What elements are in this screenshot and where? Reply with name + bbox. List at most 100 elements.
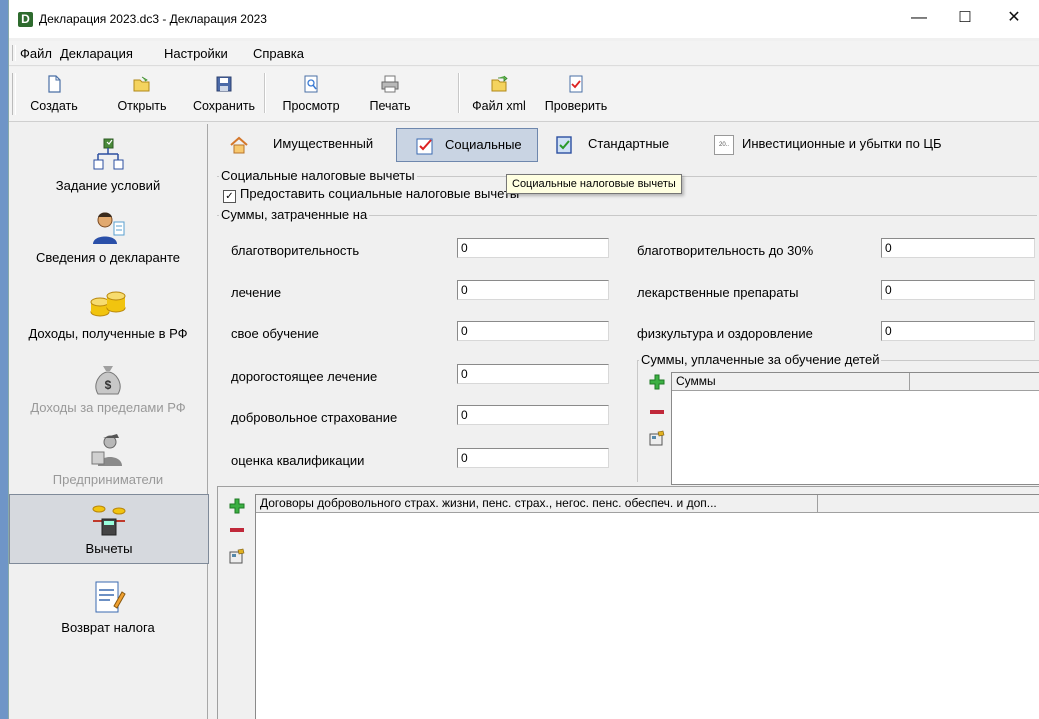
toolbar: Создать Открыть Сохранить Просмотр Печат… [9, 67, 1039, 122]
sidebar-item-label: Сведения о декларанте [36, 250, 180, 265]
create-label: Создать [30, 99, 78, 113]
voluntary-insurance-input[interactable] [457, 405, 609, 425]
toolbar-grip [12, 73, 16, 115]
children-grid-header: Суммы [672, 373, 1039, 391]
application-window: D Декларация 2023.dc3 - Декларация 2023 … [8, 0, 1039, 719]
sidebar-item-label: Возврат налога [61, 620, 155, 635]
print-label: Печать [369, 99, 411, 113]
preview-label: Просмотр [282, 99, 340, 113]
remove-contract-button[interactable] [229, 522, 245, 538]
charity-label: благотворительность [231, 243, 360, 258]
save-button[interactable]: Сохранить [192, 71, 256, 119]
education-label: свое обучение [231, 326, 319, 341]
charity30-label: благотворительность до 30% [637, 243, 814, 258]
group-border [637, 360, 638, 482]
toolbar-separator [264, 73, 266, 113]
preview-button[interactable]: Просмотр [279, 71, 343, 119]
children-grid-column[interactable]: Суммы [672, 373, 910, 390]
xml-file-label: Файл xml [472, 99, 526, 113]
save-label: Сохранить [192, 99, 256, 113]
coins-icon [90, 291, 126, 317]
new-document-icon [48, 75, 61, 93]
sidebar-item-income-abroad[interactable]: $ Доходы за пределами РФ [9, 358, 207, 415]
qualification-label: оценка квалификации [231, 453, 365, 468]
check-button[interactable]: Проверить [543, 71, 609, 119]
remove-children-sum-button[interactable] [649, 404, 665, 420]
children-group-title: Суммы, уплаченные за обучение детей [639, 352, 882, 367]
menu-file[interactable]: Файл [20, 46, 52, 61]
house-icon [230, 136, 248, 154]
sidebar-item-deductions[interactable]: Вычеты [9, 494, 209, 564]
maximize-button[interactable]: ☐ [942, 0, 988, 36]
social-group-title: Социальные налоговые вычеты [219, 168, 417, 183]
sidebar-item-entrepreneurs[interactable]: Предприниматели [9, 430, 207, 487]
app-icon: D [18, 12, 33, 27]
sidebar-item-tax-return[interactable]: Возврат налога [9, 578, 207, 635]
xml-export-icon [491, 75, 508, 92]
voluntary-insurance-label: добровольное страхование [231, 410, 398, 425]
sport-input[interactable] [881, 321, 1035, 341]
social-checkbox[interactable]: ✓ [223, 190, 236, 203]
businessman-icon [91, 434, 122, 466]
expensive-treatment-label: дорогостоящее лечение [231, 369, 378, 384]
social-checkbox-label: Предоставить социальные налоговые вычеты [240, 186, 520, 201]
check-label: Проверить [544, 99, 608, 113]
tab-social[interactable]: Социальные [396, 128, 538, 162]
investment-doc-icon: 20.. [714, 135, 734, 155]
svg-text:$: $ [105, 378, 112, 392]
sums-group-title: Суммы, затраченные на [219, 207, 370, 222]
sidebar-item-label: Доходы, полученные в РФ [28, 326, 188, 341]
edit-contract-button[interactable] [229, 548, 245, 564]
tab-property[interactable]: Имущественный [221, 128, 387, 160]
contracts-grid-header: Договоры добровольного страх. жизни, пен… [256, 495, 1039, 513]
contracts-grid-column[interactable]: Договоры добровольного страх. жизни, пен… [256, 495, 818, 512]
check-document-icon [569, 75, 583, 93]
calculator-icon [92, 505, 126, 536]
add-contract-button[interactable] [229, 498, 245, 514]
charity-input[interactable] [457, 238, 609, 258]
sidebar-item-conditions[interactable]: Задание условий [9, 136, 207, 193]
close-button[interactable]: ✕ [991, 0, 1037, 36]
edit-children-sum-button[interactable] [649, 430, 665, 446]
minimize-button[interactable]: — [896, 0, 942, 36]
tab-social-label: Социальные [445, 137, 522, 152]
open-label: Открыть [117, 99, 167, 113]
document-pen-icon [95, 581, 126, 613]
sidebar-item-label: Вычеты [85, 541, 133, 556]
toolbar-separator-2 [458, 73, 460, 113]
menu-bar: Файл Декларация Настройки Справка [9, 41, 1039, 66]
sidebar-item-declarant[interactable]: Сведения о декларанте [9, 208, 207, 265]
menu-settings[interactable]: Настройки [164, 46, 228, 61]
print-button[interactable]: Печать [363, 71, 417, 119]
sidebar-item-income-rf[interactable]: Доходы, полученные в РФ [9, 284, 207, 341]
education-input[interactable] [457, 321, 609, 341]
medicines-input[interactable] [881, 280, 1035, 300]
social-checkbox-row[interactable]: ✓ Предоставить социальные налоговые вычет… [223, 186, 519, 203]
tab-investment[interactable]: 20.. Инвестиционные и убытки по ЦБ [706, 128, 976, 160]
children-grid[interactable]: Суммы [671, 372, 1039, 485]
charity30-input[interactable] [881, 238, 1035, 258]
qualification-input[interactable] [457, 448, 609, 468]
medicines-label: лекарственные препараты [637, 285, 799, 300]
person-icon [93, 212, 125, 244]
tab-investment-label: Инвестиционные и убытки по ЦБ [742, 136, 942, 151]
open-folder-icon [133, 76, 150, 92]
sport-label: физкультура и оздоровление [637, 326, 813, 341]
expensive-treatment-input[interactable] [457, 364, 609, 384]
contracts-grid[interactable]: Договоры добровольного страх. жизни, пен… [255, 494, 1039, 719]
save-disk-icon [216, 76, 232, 92]
menu-help[interactable]: Справка [253, 46, 304, 61]
sidebar-item-label: Предприниматели [52, 472, 164, 487]
open-button[interactable]: Открыть [112, 71, 172, 119]
create-button[interactable]: Создать [27, 71, 81, 119]
treatment-input[interactable] [457, 280, 609, 300]
menu-declaration[interactable]: Декларация [60, 46, 133, 61]
xml-file-button[interactable]: Файл xml [471, 71, 527, 119]
title-bar: D Декларация 2023.dc3 - Декларация 2023 … [9, 0, 1039, 38]
add-children-sum-button[interactable] [649, 374, 665, 390]
treatment-label: лечение [231, 285, 282, 300]
hierarchy-icon [93, 138, 124, 170]
sidebar-item-label: Задание условий [55, 178, 161, 193]
tab-standard[interactable]: Стандартные [544, 128, 694, 160]
window-title: Декларация 2023.dc3 - Декларация 2023 [39, 12, 267, 26]
